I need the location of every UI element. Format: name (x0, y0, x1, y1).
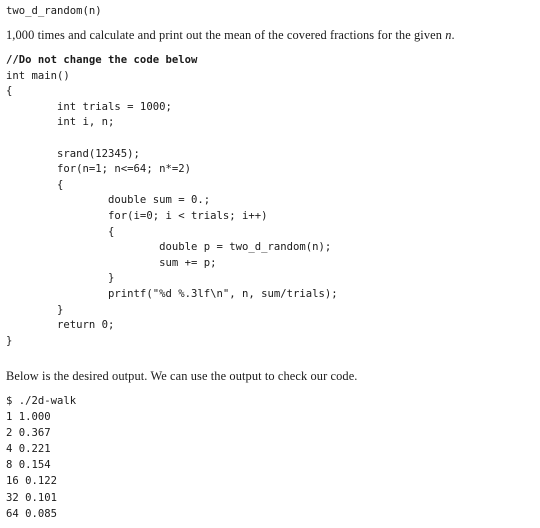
code-line: printf("%d %.3lf\n", n, sum/trials); (6, 287, 338, 300)
code-listing: //Do not change the code below int main()… (6, 53, 338, 349)
code-line: for(i=0; i < trials; i++) (6, 209, 268, 222)
function-signature: two_d_random(n) (6, 5, 102, 17)
code-line: int main() (6, 69, 70, 82)
code-line: return 0; (6, 319, 115, 332)
code-line: { (6, 85, 13, 98)
document-page: two_d_random(n) 1,000 times and calculat… (0, 0, 540, 528)
code-line: srand(12345); (6, 147, 140, 160)
desired-output-note: Below is the desired output. We can use … (6, 369, 358, 383)
terminal-output-row: 64 0.085 (6, 507, 58, 520)
intro-text: times and calculate and print out the me… (34, 28, 446, 42)
code-line: } (6, 272, 115, 285)
intro-period: . (451, 28, 455, 42)
terminal-output-row: 16 0.122 (6, 475, 58, 488)
terminal-output-block: $ ./2d-walk 1 1.000 2 0.367 4 0.221 8 0.154 1… (6, 393, 76, 522)
terminal-output-row: 2 0.367 (6, 427, 51, 440)
code-line: double sum = 0.; (6, 194, 211, 207)
code-line: int i, n; (6, 116, 115, 129)
terminal-output-row: 32 0.101 (6, 491, 58, 504)
trial-count: 1,000 (6, 28, 35, 42)
code-line: } (6, 303, 64, 316)
terminal-output-row: 8 0.154 (6, 459, 51, 472)
intro-paragraph: 1,000 times and calculate and print out … (6, 28, 455, 43)
code-line: { (6, 178, 64, 191)
terminal-output-row: 4 0.221 (6, 443, 51, 456)
code-line: { (6, 225, 115, 238)
code-line: int trials = 1000; (6, 100, 172, 113)
terminal-output-row: 1 1.000 (6, 411, 51, 424)
code-line: //Do not change the code below (6, 54, 198, 66)
terminal-command: $ ./2d-walk (6, 395, 77, 407)
code-line: for(n=1; n<=64; n*=2) (6, 163, 191, 176)
code-line: } (6, 334, 13, 347)
code-line: sum += p; (6, 256, 217, 269)
code-line: double p = two_d_random(n); (6, 241, 332, 254)
